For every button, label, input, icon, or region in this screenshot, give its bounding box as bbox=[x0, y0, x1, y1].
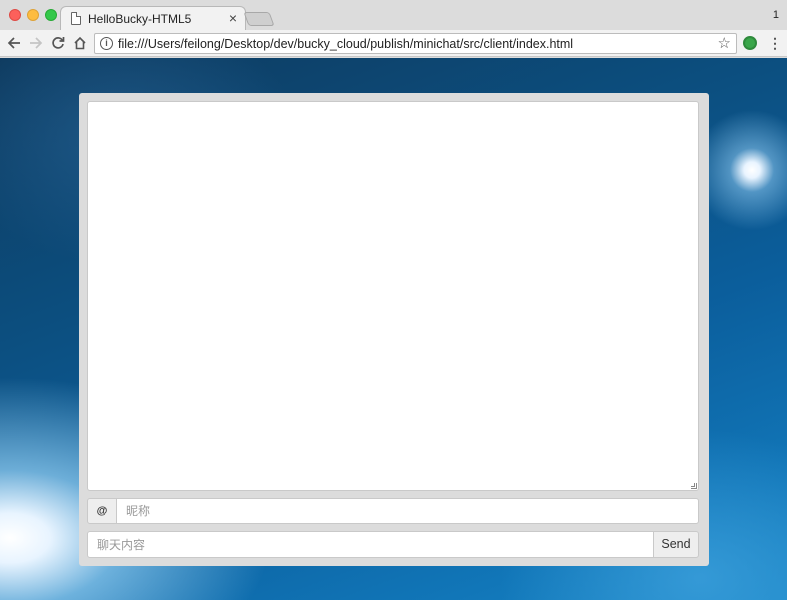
menu-kebab-icon[interactable]: ⋮ bbox=[768, 35, 782, 51]
at-addon: @ bbox=[87, 498, 117, 524]
message-input[interactable] bbox=[87, 531, 654, 558]
back-arrow-icon[interactable] bbox=[4, 33, 24, 53]
bookmark-star-icon[interactable]: ☆ bbox=[718, 34, 731, 53]
browser-toolbar: i file:///Users/feilong/Desktop/dev/buck… bbox=[0, 30, 787, 57]
info-icon[interactable]: i bbox=[100, 37, 113, 50]
chat-messages-textarea[interactable] bbox=[87, 101, 699, 491]
new-tab-button[interactable] bbox=[243, 12, 275, 26]
nickname-input-group: @ bbox=[87, 498, 699, 524]
browser-tab[interactable]: HelloBucky-HTML5 × bbox=[60, 6, 246, 31]
page-viewport: @ Send bbox=[0, 58, 787, 600]
window-minimize-button[interactable] bbox=[27, 9, 39, 21]
address-bar[interactable]: i file:///Users/feilong/Desktop/dev/buck… bbox=[94, 33, 737, 54]
browser-titlebar: HelloBucky-HTML5 × 1 bbox=[0, 0, 787, 31]
send-button[interactable]: Send bbox=[653, 531, 699, 558]
nickname-input[interactable] bbox=[116, 498, 699, 524]
resize-grip-icon[interactable] bbox=[691, 483, 697, 489]
profile-count[interactable]: 1 bbox=[773, 9, 779, 21]
extension-icon[interactable] bbox=[743, 36, 757, 50]
url-text[interactable]: file:///Users/feilong/Desktop/dev/bucky_… bbox=[118, 37, 573, 51]
message-input-group: Send bbox=[87, 531, 699, 558]
window-maximize-button[interactable] bbox=[45, 9, 57, 21]
home-icon[interactable] bbox=[70, 33, 90, 53]
tab-title: HelloBucky-HTML5 bbox=[88, 12, 192, 26]
tab-close-icon[interactable]: × bbox=[229, 10, 237, 26]
chat-panel: @ Send bbox=[79, 93, 709, 566]
reload-icon[interactable] bbox=[48, 33, 68, 53]
document-icon bbox=[71, 12, 81, 25]
window-close-button[interactable] bbox=[9, 9, 21, 21]
forward-arrow-icon[interactable] bbox=[26, 33, 46, 53]
